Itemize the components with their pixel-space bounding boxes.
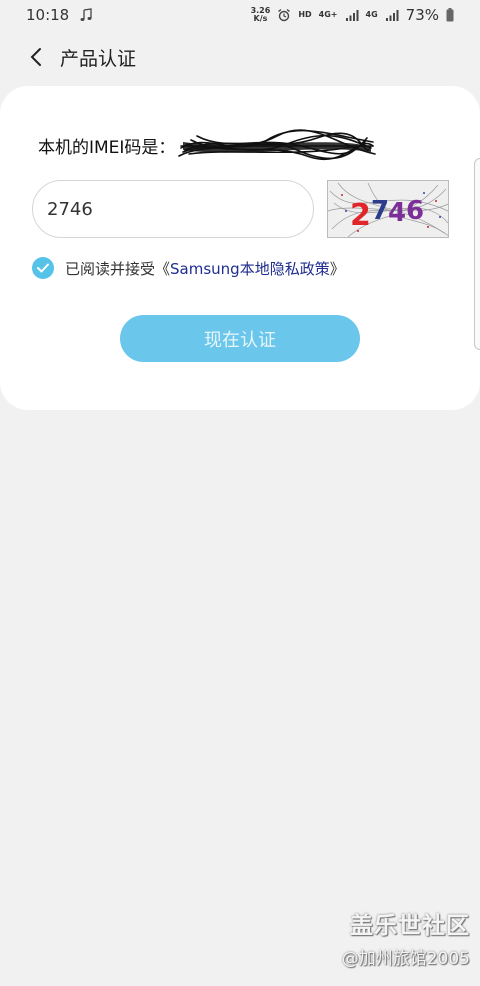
agreement-prefix: 已阅读并接受《 (65, 259, 171, 278)
verification-code-input[interactable] (32, 180, 314, 238)
watermark: 盖乐世社区 @加州旅馆2005 (342, 906, 470, 969)
privacy-policy-link[interactable]: Samsung本地隐私政策 (170, 260, 330, 278)
watermark-title: 盖乐世社区 (350, 913, 470, 939)
svg-text:7: 7 (371, 196, 389, 226)
svg-text:4: 4 (388, 198, 406, 228)
imei-row: 本机的IMEI码是： (38, 129, 438, 160)
agreement-suffix: 》 (329, 259, 345, 278)
battery-icon (446, 8, 454, 22)
page-title: 产品认证 (60, 47, 137, 70)
battery-percent: 73% (405, 6, 439, 24)
verify-now-button[interactable]: 现在认证 (120, 315, 360, 362)
signal-icon (345, 10, 359, 21)
captcha-graphic: 2 7 4 6 (328, 181, 448, 237)
imei-redaction-scribble (178, 129, 377, 160)
status-bar-left: 10:18 (26, 6, 93, 24)
net-speed: 3.26 K/s (250, 6, 271, 23)
chevron-left-icon (30, 48, 41, 66)
check-icon (37, 263, 49, 273)
network-4g: 4G (365, 10, 378, 19)
status-bar: 10:18 3.26 K/s HD 4G+ 4G 73% (0, 0, 480, 30)
agreement-text: 已阅读并接受《Samsung本地隐私政策》 (65, 258, 345, 279)
status-bar-right: 3.26 K/s HD 4G+ 4G 73% (251, 6, 454, 24)
imei-label: 本机的IMEI码是： (38, 137, 176, 158)
music-note-icon (80, 8, 92, 21)
captcha-image[interactable]: 2 7 4 6 (327, 180, 449, 238)
app-bar: 产品认证 (0, 36, 480, 78)
verification-card: 本机的IMEI码是： 2746 2 7 4 6 已阅读并接受《Samsung本地… (0, 86, 480, 410)
svg-text:2: 2 (350, 198, 371, 233)
network-4g-plus: 4G+ (318, 10, 338, 19)
alarm-icon (278, 8, 291, 22)
agreement-row: 已阅读并接受《Samsung本地隐私政策》 (32, 254, 345, 282)
svg-text:6: 6 (406, 196, 424, 226)
clock: 10:18 (26, 6, 70, 24)
hd-label: HD (298, 10, 312, 19)
back-button[interactable] (24, 45, 48, 69)
agreement-checkbox[interactable] (32, 257, 54, 279)
watermark-subtitle: @加州旅馆2005 (341, 949, 470, 969)
signal-icon-2 (385, 10, 399, 21)
edge-panel-handle[interactable] (474, 158, 480, 350)
